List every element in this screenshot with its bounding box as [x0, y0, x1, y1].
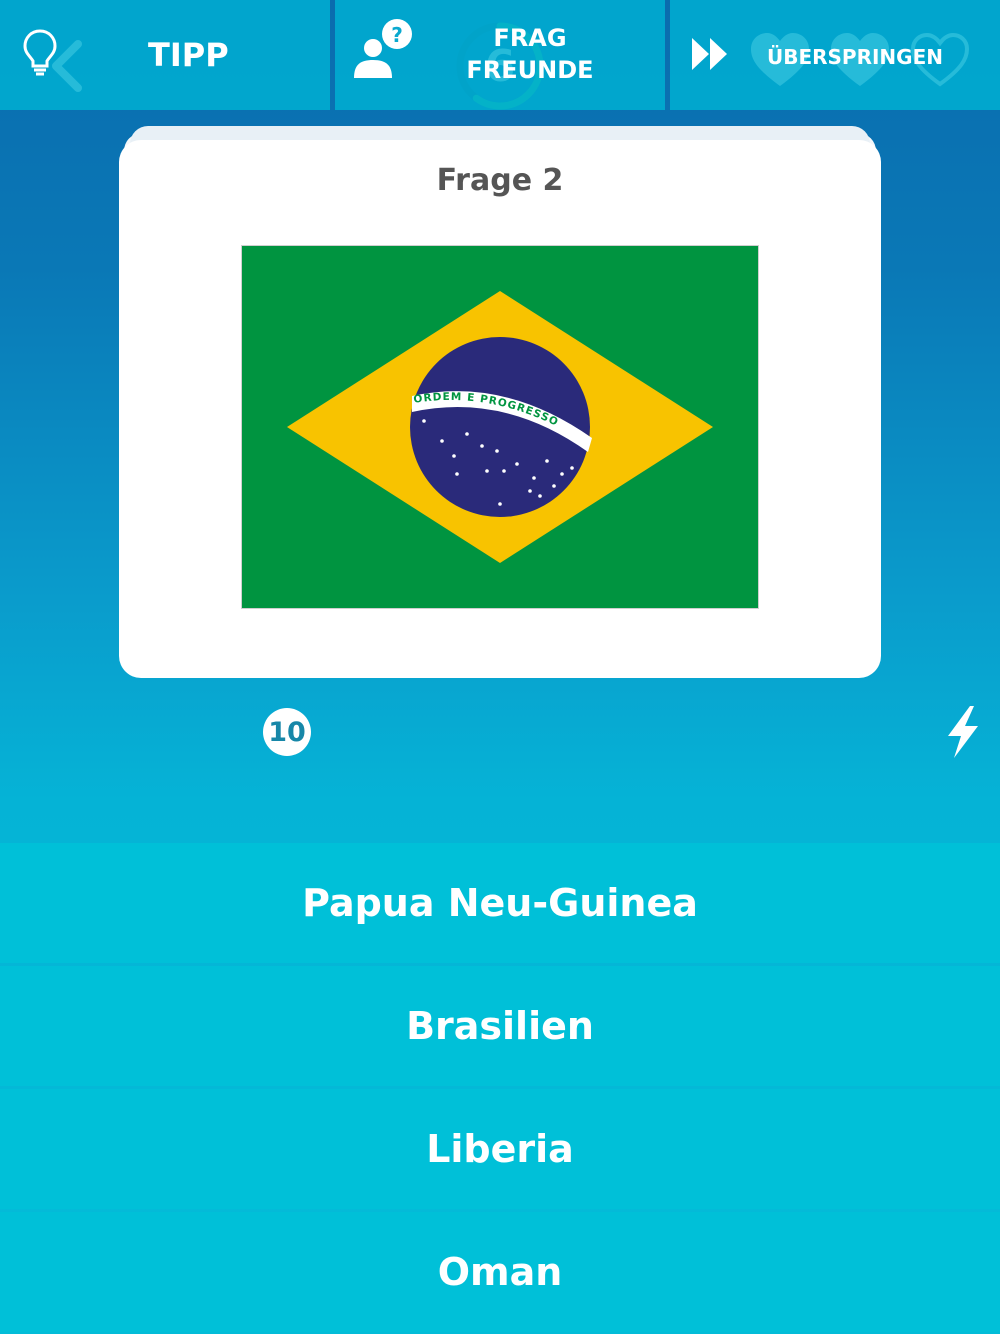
hint-button[interactable]: TIPP	[0, 0, 330, 110]
flag-star	[422, 419, 426, 423]
hint-label: TIPP	[148, 36, 229, 74]
lightbulb-icon	[23, 29, 57, 76]
flag-star	[570, 466, 574, 470]
flag-image: ORDEM E PROGRESSO	[241, 245, 759, 609]
flag-star	[465, 432, 469, 436]
flag-star	[480, 444, 484, 448]
flag-star	[515, 462, 519, 466]
question-title: Frage 2	[436, 163, 564, 198]
flag-star	[498, 502, 502, 506]
flag-star	[532, 476, 536, 480]
hint-count-badge: 10	[263, 708, 311, 756]
fast-forward-icon	[692, 38, 727, 70]
skip-label: ÜBERSPRINGEN	[766, 45, 943, 69]
flag-star	[455, 472, 459, 476]
flag-star	[502, 469, 506, 473]
ask-friends-label-line1: FRAG	[493, 24, 567, 52]
flag-star	[485, 469, 489, 473]
lightning-icon	[948, 706, 978, 758]
flag-star	[560, 472, 564, 476]
flag-star	[495, 449, 499, 453]
answer-option[interactable]: Oman	[0, 1212, 1000, 1332]
flag-star	[538, 494, 542, 498]
ask-friends-icon: ?	[354, 19, 412, 78]
flag-star	[440, 439, 444, 443]
flag-star	[452, 454, 456, 458]
ask-friends-button[interactable]: ? FRAG FREUNDE	[335, 0, 665, 110]
answer-option[interactable]: Brasilien	[0, 966, 1000, 1086]
flag-star	[528, 489, 532, 493]
flag-star	[552, 484, 556, 488]
answer-option[interactable]: Papua Neu-Guinea	[0, 843, 1000, 963]
svg-text:?: ?	[391, 23, 403, 47]
ask-friends-label-line2: FREUNDE	[466, 56, 594, 84]
answer-option[interactable]: Liberia	[0, 1089, 1000, 1209]
skip-button[interactable]: ÜBERSPRINGEN	[670, 0, 1000, 110]
flag-star	[545, 459, 549, 463]
